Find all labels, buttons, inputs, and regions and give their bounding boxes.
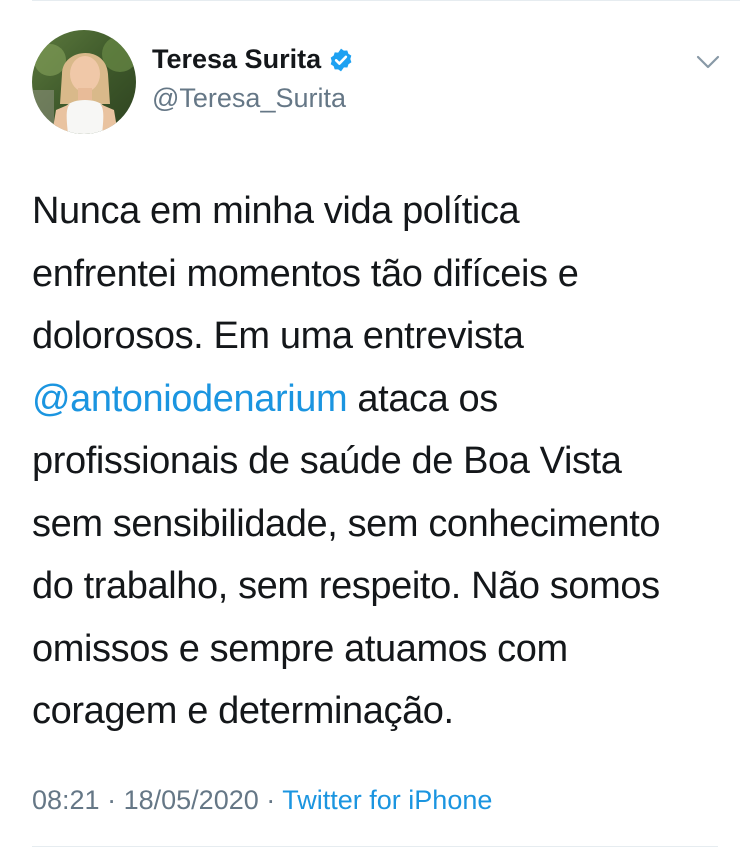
tweet-date[interactable]: 18/05/2020: [124, 785, 259, 815]
mention-link[interactable]: @antoniodenarium: [32, 378, 348, 420]
author-name-text[interactable]: Teresa Surita: [152, 44, 321, 75]
tweet-line: Nunca em minha vida política: [32, 190, 520, 232]
tweet-line: do trabalho, sem respeito. Não somos: [32, 565, 660, 607]
verified-badge-icon: [328, 47, 354, 73]
tweet-line: profissionais de saúde de Boa Vista: [32, 440, 622, 482]
chevron-down-icon[interactable]: [694, 50, 722, 74]
author-avatar[interactable]: [32, 30, 136, 134]
top-divider: [32, 0, 740, 1]
tweet-source-link[interactable]: Twitter for iPhone: [282, 785, 492, 815]
author-handle[interactable]: @Teresa_Surita: [152, 83, 346, 114]
tweet-metadata: 08:21 · 18/05/2020 · Twitter for iPhone: [32, 785, 492, 816]
tweet-line-text: ataca os: [347, 377, 498, 420]
tweet-line: omissos e sempre atuamos com: [32, 627, 568, 670]
tweet-line: coragem e determinação.: [32, 690, 454, 732]
meta-separator: ·: [266, 785, 276, 815]
tweet-line: dolorosos. Em uma entrevista: [32, 315, 524, 357]
tweet-body: Nunca em minha vida política enfrentei m…: [32, 180, 722, 743]
tweet-line: @antoniodenarium ataca os: [32, 368, 722, 431]
author-display-name[interactable]: Teresa Surita: [152, 44, 354, 75]
tweet-line: sem sensibilidade, sem conhecimento: [32, 502, 661, 545]
tweet-time[interactable]: 08:21: [32, 785, 100, 815]
tweet-line: enfrentei momentos tão difíceis e: [32, 252, 579, 295]
meta-separator: ·: [107, 785, 117, 815]
